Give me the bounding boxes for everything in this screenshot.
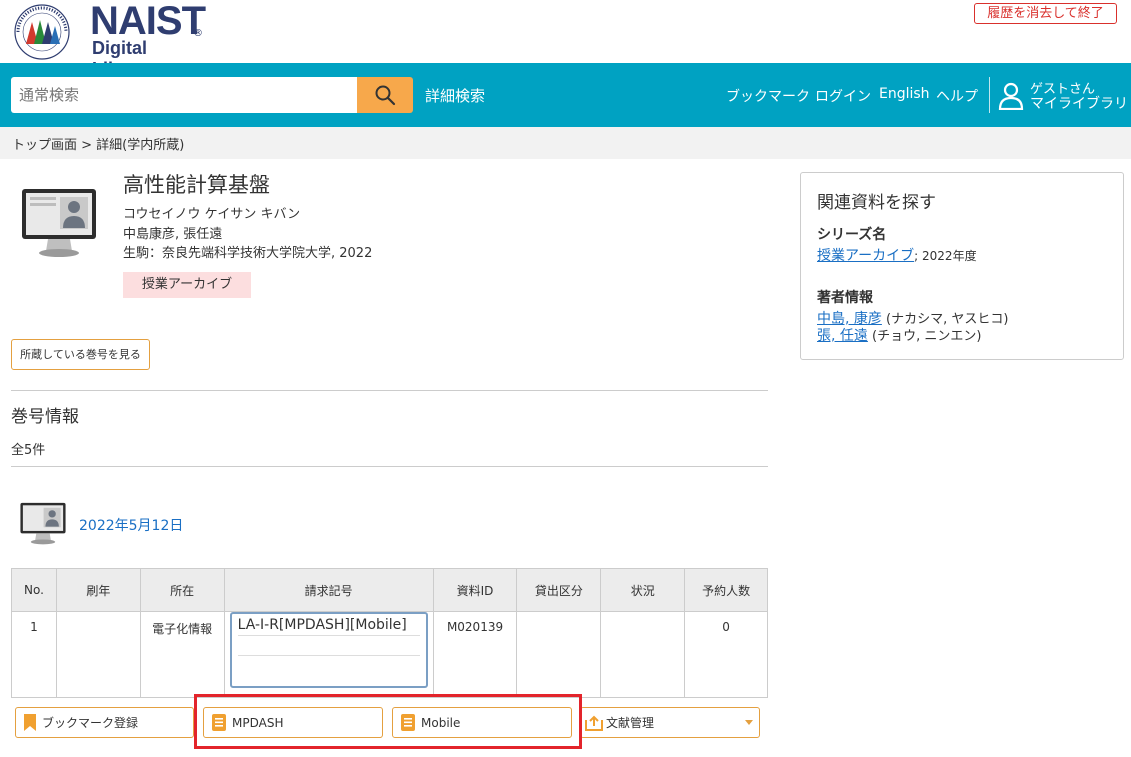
volume-monitor-icon [20,502,66,545]
bookmark-icon [24,714,36,731]
my-library-link[interactable]: マイライブラリ [1030,93,1128,113]
series-line: 授業アーカイブ; 2022年度 [817,245,977,265]
col-print-year: 刷年 [55,568,141,612]
series-link[interactable]: 授業アーカイブ [817,248,914,264]
search-icon [375,85,396,106]
item-title-kana: コウセイノウ ケイサン キバン [123,207,301,222]
nav-bar: 詳細検索 ブックマーク ログイン English ヘルプ ゲストさん マイライブ… [0,63,1131,127]
table-row: 1 電子化情報 LA-I-R[MPDASH][Mobile] M020139 0 [11,611,768,698]
item-authors: 中島康彦, 張任遠 [123,227,223,242]
cell-status [600,611,686,698]
item-title: 高性能計算基盤 [123,173,270,197]
author-entry: 張, 任遠 (チョウ, ニンエン) [817,325,981,345]
naist-logo[interactable]: NAIST ® Digital Library [12,0,212,79]
nav-help-link[interactable]: ヘルプ [936,86,978,106]
author-label: 著者情報 [817,290,873,306]
call-number-line [237,636,420,656]
cell-no: 1 [11,611,57,698]
divider [11,466,768,467]
naist-seal-icon [14,4,70,60]
document-icon [401,714,415,731]
col-reservations: 予約人数 [684,568,768,612]
cell-loan-type [516,611,602,698]
series-tag: 授業アーカイブ [123,272,251,298]
bookmark-register-label: ブックマーク登録 [42,716,139,730]
col-loan-type: 貸出区分 [516,568,602,612]
col-status: 状況 [600,568,686,612]
cell-call-number: LA-I-R[MPDASH][Mobile] [223,611,434,698]
table-header-row: No. 刷年 所在 請求記号 資料ID 貸出区分 状況 予約人数 [11,568,768,612]
export-icon [585,715,603,731]
cell-location: 電子化情報 [139,611,225,698]
item-publisher: 生駒：奈良先端科学技術大学院大学, 2022 [123,246,373,261]
series-label: シリーズ名 [817,227,887,243]
advanced-search-link[interactable]: 詳細検索 [425,85,485,106]
call-number-box[interactable]: LA-I-R[MPDASH][Mobile] [229,612,428,688]
cell-reservations: 0 [684,611,768,698]
clear-history-button[interactable]: 履歴を消去して終了 [974,3,1117,24]
author-kana: (チョウ, ニンエン) [867,329,982,344]
reference-manager-button[interactable]: 文献管理 [580,707,760,738]
header: NAIST ® Digital Library 履歴を消去して終了 [0,0,1131,79]
reference-manager-label: 文献管理 [606,716,655,730]
mobile-button[interactable]: Mobile [392,707,572,738]
bookmark-register-button[interactable]: ブックマーク登録 [15,707,194,738]
chevron-down-icon [745,720,753,725]
cell-print-year [55,611,141,698]
mpdash-label: MPDASH [232,715,284,730]
volume-date-link[interactable]: 2022年5月12日 [79,515,183,535]
col-call-number: 請求記号 [223,568,434,612]
nav-bookmark-link[interactable]: ブックマーク [726,86,810,106]
mobile-label: Mobile [421,715,461,730]
nav-login-link[interactable]: ログイン [815,86,871,106]
call-number-text: LA-I-R[MPDASH][Mobile] [237,617,420,636]
view-volumes-button[interactable]: 所蔵している巻号を見る [11,339,150,370]
breadcrumb[interactable]: トップ画面 > 詳細(学内所蔵) [0,127,1131,159]
related-title: 関連資料を探す [817,193,936,213]
nav-english-link[interactable]: English [879,86,930,102]
author-link-zhang[interactable]: 張, 任遠 [817,328,868,344]
volume-count: 全5件 [11,443,46,458]
search-input[interactable] [11,77,357,113]
nav-divider [989,77,990,113]
document-icon [212,714,226,731]
col-location: 所在 [139,568,225,612]
search-button[interactable] [357,77,413,113]
volume-info-heading: 巻号情報 [11,407,79,427]
series-year: ; 2022年度 [914,249,977,263]
holdings-table: No. 刷年 所在 請求記号 資料ID 貸出区分 状況 予約人数 1 電子化情報… [11,568,768,698]
divider [11,390,768,391]
video-monitor-icon [22,189,96,257]
col-material-id: 資料ID [432,568,518,612]
col-no: No. [11,568,57,612]
mpdash-button[interactable]: MPDASH [203,707,383,738]
related-materials-panel: 関連資料を探す シリーズ名 授業アーカイブ; 2022年度 著者情報 中島, 康… [800,172,1124,360]
user-icon[interactable] [998,82,1024,110]
cell-material-id: M020139 [432,611,518,698]
